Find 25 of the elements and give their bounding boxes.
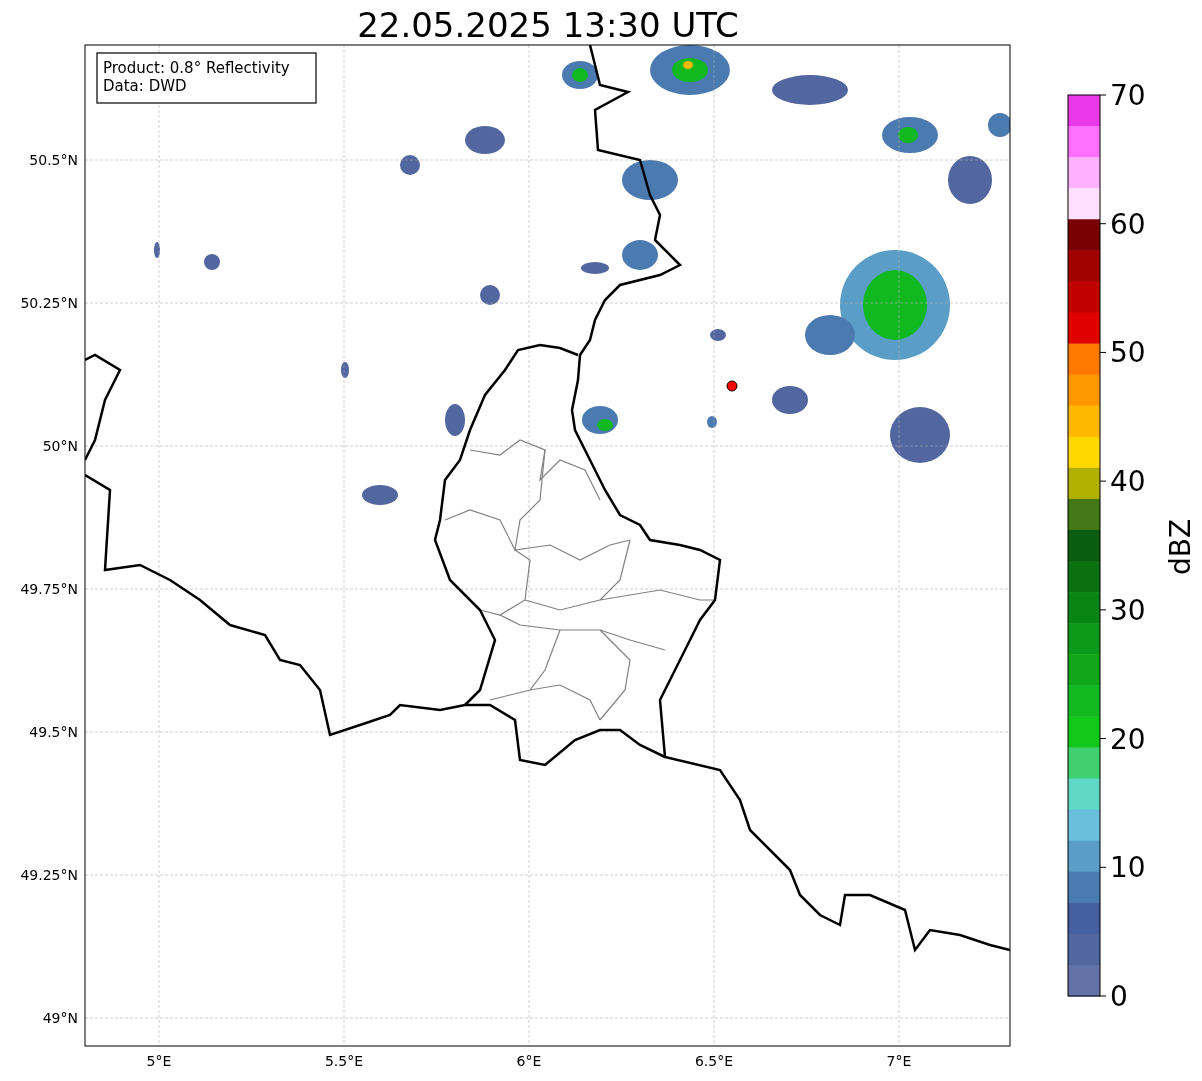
colorbar-tick-label: 0 <box>1110 980 1128 1013</box>
colorbar-tick-label: 30 <box>1110 593 1146 627</box>
latitude-label: 49.75°N <box>20 581 78 597</box>
longitude-label: 5.5°E <box>324 1053 364 1069</box>
latitude-label: 50.25°N <box>20 295 78 311</box>
latitude-label: 49.5°N <box>29 724 78 740</box>
latitude-label: 50.5°N <box>29 152 78 168</box>
colorbar-tick-label: 70 <box>1110 79 1146 112</box>
colorbar-tick-label: 50 <box>1110 336 1146 370</box>
longitude-label: 5°E <box>146 1053 172 1069</box>
chart-title: 22.05.2025 13:30 UTC <box>357 5 739 45</box>
location-marker <box>726 380 738 392</box>
info-text: Data: DWD <box>103 77 187 95</box>
colorbar-tick-label: 40 <box>1110 465 1146 499</box>
colorbar-tick-label: 20 <box>1110 722 1146 756</box>
info-text: Product: 0.8° Reflectivity <box>103 59 290 77</box>
longitude-label: 6.5°E <box>694 1053 734 1069</box>
latitude-label: 50°N <box>42 438 78 454</box>
longitude-label: 7°E <box>886 1053 912 1069</box>
colorbar-tick-label: 10 <box>1110 851 1146 885</box>
latitude-label: 49°N <box>42 1010 78 1026</box>
latitude-label: 49.25°N <box>20 867 78 883</box>
colorbar-label: dBZ <box>1164 518 1197 576</box>
colorbar-tick-label: 60 <box>1110 207 1146 241</box>
longitude-label: 6°E <box>516 1053 542 1069</box>
